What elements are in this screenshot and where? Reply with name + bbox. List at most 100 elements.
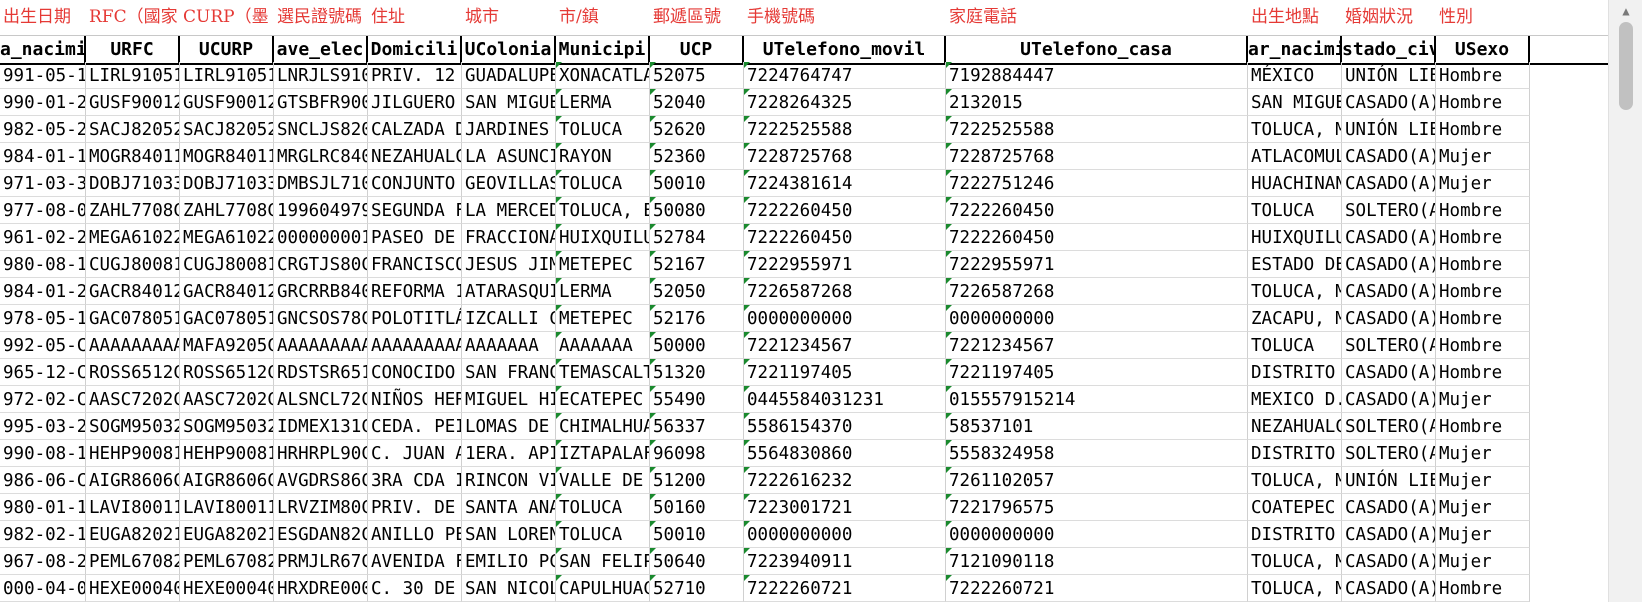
table-cell[interactable]: CONJUNTO [368,170,462,197]
table-cell[interactable]: Mujer [1436,143,1530,170]
table-cell[interactable]: TOLUCA, E [556,197,650,224]
table-cell[interactable]: SOGM95032 [86,413,180,440]
table-cell[interactable]: CUGJ80081 [86,251,180,278]
table-cell[interactable]: GUSF90012 [86,89,180,116]
table-cell[interactable]: HEXE00040 [86,575,180,602]
column-label-6[interactable]: 市/鎮 [556,0,650,35]
table-cell[interactable]: 7222525588 [744,116,946,143]
table-cell[interactable]: 50640 [650,548,744,575]
table-cell[interactable]: MEXICO D. [1248,386,1342,413]
table-cell[interactable]: 961-02-2 [0,224,86,251]
table-cell[interactable]: LA ASUNCI [462,143,556,170]
table-cell[interactable]: MRGLRC840 [274,143,368,170]
table-cell[interactable]: 7222955971 [946,251,1248,278]
table-cell[interactable]: 7222260450 [744,197,946,224]
table-cell[interactable]: SOLTERO(A [1342,332,1436,359]
table-cell[interactable]: TOLUCA [556,116,650,143]
table-cell[interactable]: LRVZIM80C [274,494,368,521]
table-cell[interactable]: Hombre [1436,251,1530,278]
table-cell[interactable]: SACJ82052 [86,116,180,143]
table-cell[interactable]: Hombre [1436,413,1530,440]
table-cell[interactable]: 7222955971 [744,251,946,278]
table-cell[interactable]: 7222525588 [946,116,1248,143]
table-cell[interactable]: 52360 [650,143,744,170]
table-cell[interactable]: DOBJ71033 [86,170,180,197]
column-label-4[interactable]: 住址 [368,0,462,35]
table-cell[interactable]: 52167 [650,251,744,278]
table-cell[interactable]: CASADO(A) [1342,224,1436,251]
table-cell[interactable]: 3RA CDA I [368,467,462,494]
table-cell[interactable]: 986-06-C [0,467,86,494]
table-cell[interactable]: ZACAPU, M [1248,305,1342,332]
table-cell[interactable]: 0445584031231 [744,386,946,413]
table-cell[interactable]: GAC078051 [180,305,274,332]
table-cell[interactable]: 1ERA. API [462,440,556,467]
table-cell[interactable]: MEGA61022 [180,224,274,251]
table-cell[interactable]: AAAAAAAAA [274,332,368,359]
table-cell[interactable]: GRCRRB840 [274,278,368,305]
table-cell[interactable]: HUIXQUILU [556,224,650,251]
table-cell[interactable]: LNRJLS910 [274,62,368,89]
table-cell[interactable]: AAAAAAAAA [86,332,180,359]
table-cell[interactable]: 7222260450 [946,224,1248,251]
column-label-3[interactable]: 選民證號碼 [274,0,368,35]
table-cell[interactable]: LAVI80011 [86,494,180,521]
column-header-11[interactable]: ar_nacimi [1248,36,1342,63]
table-cell[interactable]: 7228264325 [744,89,946,116]
column-header-1[interactable]: URFC [86,36,180,63]
table-cell[interactable]: 7121090118 [946,548,1248,575]
table-cell[interactable]: LERMA [556,278,650,305]
table-cell[interactable]: LIRL91051 [180,62,274,89]
column-header-4[interactable]: Domicili [368,36,462,63]
table-cell[interactable]: ROSS6512C [180,359,274,386]
table-cell[interactable]: CEDA. PEI [368,413,462,440]
column-label-13[interactable]: 性別 [1436,0,1530,35]
table-cell[interactable]: AASC7202C [86,386,180,413]
table-cell[interactable]: LIRL91051 [86,62,180,89]
table-cell[interactable]: LA MERCED [462,197,556,224]
column-header-9[interactable]: UTelefono_casa [946,36,1248,63]
table-cell[interactable]: 7222260450 [946,197,1248,224]
table-cell[interactable]: SACJ82052 [180,116,274,143]
table-cell[interactable]: NEZAHUALC [1248,413,1342,440]
table-cell[interactable]: RDSTSR651 [274,359,368,386]
table-cell[interactable]: 7223001721 [744,494,946,521]
table-cell[interactable]: SOGM95032 [180,413,274,440]
table-cell[interactable]: RAYON [556,143,650,170]
table-cell[interactable]: TOLUCA, M [1248,548,1342,575]
table-cell[interactable]: Hombre [1436,359,1530,386]
table-cell[interactable]: 972-02-C [0,386,86,413]
table-cell[interactable]: CASADO(A) [1342,386,1436,413]
table-cell[interactable]: 50010 [650,521,744,548]
table-cell[interactable]: VALLE DE [556,467,650,494]
table-cell[interactable]: CHIMALHUA [556,413,650,440]
table-cell[interactable]: 7228725768 [946,143,1248,170]
table-cell[interactable]: CASADO(A) [1342,521,1436,548]
table-cell[interactable]: SOLTERO(A [1342,440,1436,467]
table-cell[interactable]: ZAHL7708C [86,197,180,224]
table-cell[interactable]: JESUS JIM [462,251,556,278]
table-cell[interactable]: DISTRITO [1248,440,1342,467]
table-cell[interactable]: 982-02-1 [0,521,86,548]
table-cell[interactable]: PEML67082 [180,548,274,575]
table-cell[interactable]: 7221796575 [946,494,1248,521]
table-cell[interactable]: AASC7202C [180,386,274,413]
table-cell[interactable]: Hombre [1436,305,1530,332]
table-cell[interactable]: 58537101 [946,413,1248,440]
table-cell[interactable]: 50000 [650,332,744,359]
table-cell[interactable]: 2132015 [946,89,1248,116]
table-cell[interactable]: C. JUAN A [368,440,462,467]
table-cell[interactable]: CASADO(A) [1342,170,1436,197]
table-cell[interactable]: UNIÓN LIE [1342,62,1436,89]
table-cell[interactable]: SAN NICOL [462,575,556,602]
table-cell[interactable]: Mujer [1436,440,1530,467]
table-cell[interactable]: AIGR8606C [180,467,274,494]
table-cell[interactable]: GUSF90012 [180,89,274,116]
table-cell[interactable]: TOLUCA [1248,332,1342,359]
table-cell[interactable]: DISTRITO [1248,359,1342,386]
spreadsheet-grid[interactable]: 出生日期 RFC（國家 CURP（墨 選民證號碼 住址 城市 市/鎮 郵遞區號 手機號碼 家庭電話… [0,0,1608,602]
table-cell[interactable]: CASADO(A) [1342,143,1436,170]
column-header-13[interactable]: USexo [1436,36,1530,63]
table-cell[interactable]: NIÑOS HER [368,386,462,413]
table-cell[interactable]: HRXDRE000 [274,575,368,602]
